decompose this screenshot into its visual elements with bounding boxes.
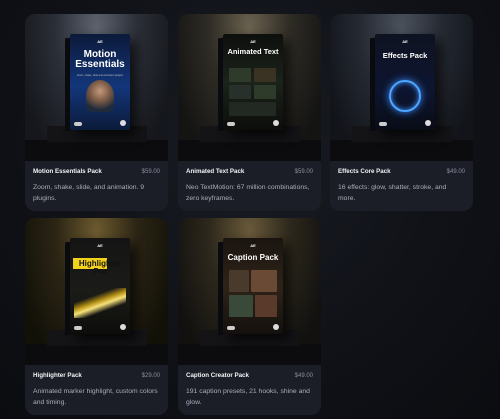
product-description: Zoom, shake, slide, and animation. 9 plu… (33, 184, 145, 202)
box-subtitle: Zoom, shake, slide and animation plugins (77, 74, 123, 77)
product-box: AE Effects Pack (375, 34, 435, 130)
product-name: Highlighter Pack (33, 372, 82, 379)
product-price: $59.00 (141, 169, 160, 175)
box-title: Effects Pack (382, 51, 428, 60)
brand-badge-icon (273, 324, 279, 330)
product-box: AE Highlighter Pro (70, 238, 130, 334)
product-name: Animated Text Pack (186, 168, 245, 175)
product-price: $49.00 (294, 373, 313, 379)
box-logo: AE (97, 39, 103, 44)
product-meta: Motion Essentials Pack $59.00 Zoom, shak… (25, 161, 168, 211)
preview-tile (229, 85, 251, 99)
preview-tile (254, 68, 276, 82)
box-title: Highlighter Pro (78, 259, 122, 276)
marker-pen-icon (74, 288, 126, 318)
product-description: Animated marker highlight, custom colors… (33, 388, 158, 406)
product-image: AE Motion Essentials Zoom, shake, slide … (25, 14, 168, 161)
product-price: $49.00 (446, 169, 465, 175)
product-meta: Effects Core Pack $49.00 16 effects: glo… (330, 161, 473, 211)
portrait-image (86, 80, 114, 112)
glow-ring-icon (389, 80, 421, 112)
box-title: Caption Pack (227, 253, 279, 262)
rating-badge-icon (74, 122, 82, 126)
pedestal (330, 140, 473, 161)
pedestal (25, 140, 168, 161)
product-card-effects-core[interactable]: AE Effects Pack Effects Core Pack $49.00… (330, 14, 473, 211)
product-meta: Highlighter Pack $29.00 Animated marker … (25, 365, 168, 415)
product-image: AE Effects Pack (330, 14, 473, 161)
box-logo: AE (402, 39, 408, 44)
product-image: AE Animated Text (178, 14, 321, 161)
product-card-animated-text[interactable]: AE Animated Text Animated Text Pack $59.… (178, 14, 321, 211)
preview-tile (251, 270, 277, 292)
brand-badge-icon (273, 120, 279, 126)
preview-tile (229, 295, 253, 317)
product-description: Neo TextMotion: 67 million combinations,… (186, 184, 310, 202)
box-title: Animated Text (227, 47, 279, 56)
preview-tile (229, 270, 249, 292)
product-card-caption-creator[interactable]: AE Caption Pack Caption Creator Pack $49… (178, 218, 321, 415)
product-image: AE Caption Pack (178, 218, 321, 365)
product-name: Motion Essentials Pack (33, 168, 102, 175)
preview-tile (229, 102, 276, 116)
box-logo: AE (97, 243, 103, 248)
product-card-highlighter[interactable]: AE Highlighter Pro Highlighter Pack $29.… (25, 218, 168, 415)
brand-badge-icon (120, 120, 126, 126)
rating-badge-icon (227, 122, 235, 126)
product-name: Caption Creator Pack (186, 372, 249, 379)
product-description: 16 effects: glow, shatter, stroke, and m… (338, 184, 447, 202)
rating-badge-icon (379, 122, 387, 126)
box-title: Motion Essentials (75, 49, 125, 70)
product-card-motion-essentials[interactable]: AE Motion Essentials Zoom, shake, slide … (25, 14, 168, 211)
product-box: AE Motion Essentials Zoom, shake, slide … (70, 34, 130, 130)
product-meta: Animated Text Pack $59.00 Neo TextMotion… (178, 161, 321, 211)
product-description: 191 caption presets, 21 hooks, shine and… (186, 388, 310, 406)
brand-badge-icon (425, 120, 431, 126)
box-logo: AE (250, 39, 256, 44)
preview-tile (229, 68, 251, 82)
product-box: AE Animated Text (223, 34, 283, 130)
product-meta: Caption Creator Pack $49.00 191 caption … (178, 365, 321, 415)
product-image: AE Highlighter Pro (25, 218, 168, 365)
product-price: $59.00 (294, 169, 313, 175)
pedestal (178, 344, 321, 365)
product-name: Effects Core Pack (338, 168, 391, 175)
rating-badge-icon (227, 326, 235, 330)
product-box: AE Caption Pack (223, 238, 283, 334)
box-logo: AE (250, 243, 256, 248)
preview-tile (254, 85, 276, 99)
pedestal (178, 140, 321, 161)
product-price: $29.00 (141, 373, 160, 379)
brand-badge-icon (120, 324, 126, 330)
preview-tile (255, 295, 277, 317)
rating-badge-icon (74, 326, 82, 330)
pedestal (25, 344, 168, 365)
